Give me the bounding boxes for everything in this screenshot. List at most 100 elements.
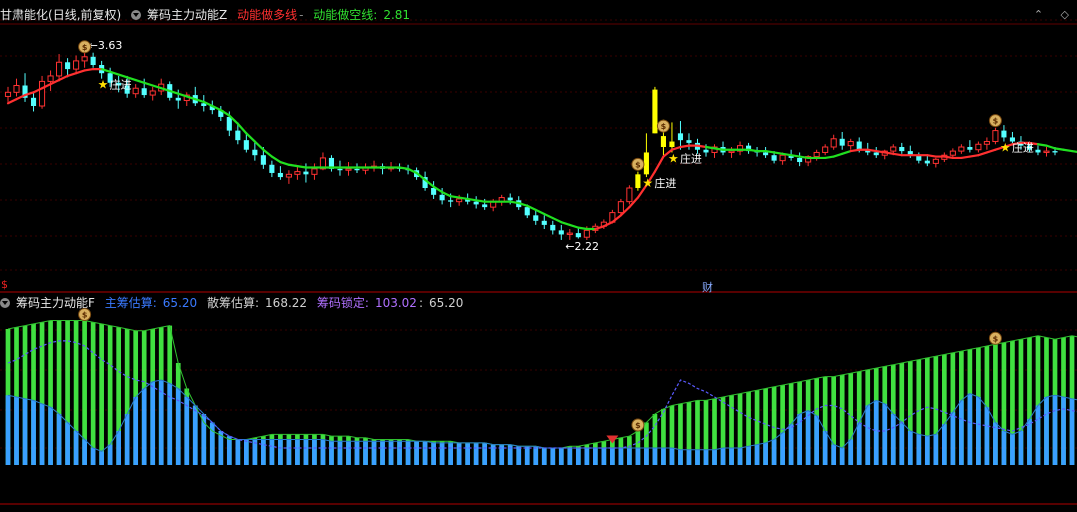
candle-body (311, 168, 318, 175)
blue-bar (133, 397, 139, 465)
bull-line-segment (883, 151, 895, 155)
bear-line-segment (764, 150, 776, 154)
blue-bar (431, 442, 436, 465)
blue-bar (1001, 431, 1007, 465)
blue-bar (354, 441, 360, 465)
bear-line-segment (270, 155, 282, 164)
candle-body (975, 143, 982, 151)
blue-bar (550, 448, 556, 465)
indicator-menu-icon-lower[interactable] (0, 298, 10, 308)
bear-line-segment (253, 140, 265, 151)
moneybag-glyph: $ (635, 421, 641, 430)
blue-bar (141, 388, 147, 465)
retail-value: 168.22 (265, 296, 308, 310)
candle-body (873, 152, 879, 156)
blue-bar (22, 398, 28, 465)
warning-marker-icon (606, 435, 619, 444)
blue-bar (448, 442, 453, 465)
bear-line-segment (534, 208, 546, 216)
high-price-label: ←3.63 (89, 39, 123, 52)
main-label: 主筹估算 (104, 296, 153, 310)
candle-body (677, 133, 684, 141)
blue-bar (39, 403, 45, 465)
blue-bar (286, 439, 292, 465)
bull-line-segment (679, 144, 691, 149)
candle-body (285, 173, 292, 178)
blue-bar (1069, 398, 1075, 465)
candle-body (473, 201, 479, 205)
bear-line-segment (117, 73, 129, 79)
period: (日线,前复权) (48, 8, 122, 22)
blue-bar (465, 442, 470, 465)
blue-bar (967, 393, 973, 465)
collapse-icon[interactable]: ⌃ (1034, 8, 1043, 21)
candlestick-chart: ←3.63←2.22$★ 庄进$★ 庄进$★ 庄进$★ 庄进$$$ (0, 19, 1077, 505)
bull-line-segment (74, 69, 86, 75)
stock-name: 甘肃能化 (0, 8, 49, 22)
blue-bar (703, 449, 709, 465)
locked-label: 筹码锁定 (316, 296, 365, 310)
blue-bar (1010, 434, 1015, 465)
candle-body (337, 168, 343, 171)
candle-body (132, 87, 139, 95)
candle-body (728, 150, 735, 153)
candle-body (1043, 150, 1050, 153)
candle-body (847, 141, 854, 147)
bear-line-segment (543, 212, 554, 220)
bear-line-segment (1070, 150, 1077, 154)
blue-bar (303, 439, 309, 465)
bear-line-segment (1036, 143, 1048, 147)
moneybag-glyph: $ (993, 117, 999, 126)
candle-body (575, 233, 581, 238)
blue-bar (907, 431, 913, 465)
candle-body (260, 155, 266, 165)
blue-bar (567, 448, 573, 465)
candle-body (277, 172, 283, 178)
bull-line-segment (968, 154, 980, 158)
candle-body (252, 149, 258, 156)
blue-bar (1044, 397, 1049, 465)
blue-bar (320, 439, 326, 465)
extra-value: 65.20 (428, 296, 464, 310)
blue-bar (882, 403, 888, 465)
star-icon: ★ (642, 176, 653, 190)
indicator-name-z: 筹码主力动能Z (147, 8, 228, 22)
blue-bar (456, 442, 462, 465)
candle-body (73, 60, 80, 70)
chart-area: ←3.63 ←2.22 $ ★ 庄进 $ ★ 庄进 $ ★ 庄进 $ ★ 庄进 $ $ $ (0, 0, 1077, 508)
diamond-icon[interactable]: ◇ (1061, 8, 1069, 21)
blue-bar (831, 444, 837, 465)
bear-line-segment (1045, 144, 1057, 150)
blue-bar (269, 439, 275, 465)
star-icon: ★ (668, 151, 679, 165)
candle-body (533, 215, 539, 221)
bear-line-segment (568, 223, 580, 229)
blue-bar (184, 397, 190, 465)
candle-body (456, 198, 463, 203)
blue-bar (295, 439, 300, 465)
candle-body (660, 136, 666, 147)
candle-body (141, 88, 147, 96)
candle-body (294, 171, 301, 175)
blue-bar (482, 442, 488, 465)
blue-bar (652, 448, 658, 465)
candle-body (90, 56, 96, 65)
blue-bar (73, 431, 79, 465)
candle-body (439, 194, 445, 201)
candle-body (1001, 130, 1007, 138)
blue-bar (627, 448, 632, 465)
bull-line-segment (892, 152, 903, 157)
blue-bar (388, 441, 394, 465)
dollar-marker: $ (1, 278, 8, 291)
blue-bar (669, 448, 675, 465)
blue-bar (601, 448, 607, 465)
indicator-menu-icon[interactable] (131, 10, 142, 20)
blue-bar (90, 448, 96, 465)
blue-bar (618, 448, 624, 465)
blue-bar (729, 448, 734, 465)
bear-line-segment (1062, 148, 1074, 153)
blue-bar (473, 442, 479, 465)
bear-line-label: 动能做空线 (313, 8, 374, 22)
bull-line-segment (943, 155, 954, 160)
blue-bar (124, 414, 130, 465)
